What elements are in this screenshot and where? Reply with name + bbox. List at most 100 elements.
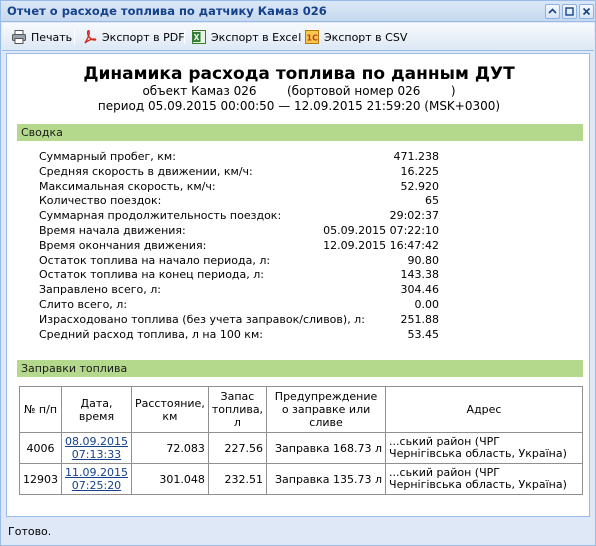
summary-row: Суммарная продолжительность поездок: 29:0…: [39, 209, 439, 224]
export-csv-button[interactable]: 1C Экспорт в CSV: [301, 27, 410, 47]
summary-value: 143.38: [400, 268, 440, 282]
summary-row: Максимальная скорость, км/ч: 52.920: [39, 180, 439, 195]
toolbar-separator: [297, 30, 298, 44]
summary-label: Суммарный пробег, км:: [39, 150, 176, 163]
export-csv-label: Экспорт в CSV: [324, 30, 408, 44]
maximize-icon: [565, 7, 574, 16]
summary-label: Средняя скорость в движении, км/ч:: [39, 164, 253, 178]
printer-icon: [12, 30, 26, 44]
export-excel-button[interactable]: Экспорт в Excel: [188, 27, 304, 47]
summary-row: Суммарный пробег, км: 471.238: [39, 150, 439, 165]
report-content[interactable]: Динамика расхода топлива по данным ДУТ о…: [6, 53, 590, 517]
summary-row: Средняя скорость в движении, км/ч: 16.225: [39, 165, 439, 180]
summary-value: 05.09.2015 07:22:10: [323, 224, 439, 237]
summary-label: Остаток топлива на конец периода, л:: [39, 268, 265, 282]
toolbar-separator: [184, 30, 185, 44]
csv-icon: 1C: [305, 30, 319, 44]
status-text: Готово.: [8, 525, 52, 538]
summary-label: Остаток топлива на начало периода, л:: [39, 253, 271, 267]
col-header-address: Адрес: [385, 386, 583, 433]
summary-value: 65: [425, 194, 439, 208]
print-button[interactable]: Печать: [8, 27, 75, 47]
summary-row: Заправлено всего, л: 304.46: [39, 283, 439, 298]
summary-label: Слито всего, л:: [39, 298, 128, 311]
summary-row: Остаток топлива на конец периода, л: 143.…: [39, 268, 439, 283]
cell-date[interactable]: 08.09.2015: [65, 435, 128, 448]
summary-value: 16.225: [400, 164, 440, 178]
maximize-button[interactable]: [562, 4, 577, 19]
toolbar-separator: [74, 30, 75, 44]
address-line-2: Чернігівська область, Україна): [389, 447, 567, 460]
excel-icon: [192, 30, 206, 44]
summary-row: Слито всего, л: 0.00: [39, 298, 439, 313]
col-header-warning: Предупреждение о заправке или сливе: [266, 386, 387, 433]
cell-time[interactable]: 07:25:20: [65, 479, 128, 492]
svg-text:1C: 1C: [307, 34, 319, 43]
cell-warning: Заправка 135.73 л: [266, 463, 387, 495]
summary-label: Максимальная скорость, км/ч:: [39, 179, 216, 193]
cell-num: 4006: [19, 432, 62, 464]
col-header-distance: Расстояние, км: [130, 386, 209, 433]
summary-label: Израсходовано топлива (без учета заправо…: [39, 312, 365, 326]
cell-fuel: 232.51: [207, 463, 268, 495]
summary-row: Время окончания движения: 12.09.2015 16:4…: [39, 239, 439, 254]
summary-value: 251.88: [400, 312, 440, 326]
col-header-fuel: Запас топлива, л: [207, 386, 268, 433]
cell-datetime-link[interactable]: 08.09.2015 07:13:33: [61, 432, 132, 464]
summary-label: Время окончания движения:: [39, 238, 207, 252]
report-title: Динамика расхода топлива по данным ДУТ: [83, 64, 515, 84]
summary-label: Суммарная продолжительность поездок:: [39, 209, 282, 223]
cell-distance: 301.048: [130, 463, 209, 495]
close-icon: [582, 7, 591, 16]
col-header-num: № п/п: [19, 386, 62, 433]
cell-distance: 72.083: [130, 432, 209, 464]
address-line-2: Чернігівська область, Україна): [389, 478, 567, 491]
cell-time[interactable]: 07:13:33: [65, 448, 128, 461]
window-titlebar[interactable]: Отчет о расходе топлива по датчику Камаз…: [1, 1, 595, 22]
report-window: Отчет о расходе топлива по датчику Камаз…: [0, 0, 596, 546]
close-button[interactable]: [579, 4, 594, 19]
cell-address: ...ський район (ЧРГ Чернігівська область…: [385, 463, 583, 495]
summary-value: 29:02:37: [389, 209, 439, 223]
refuels-table: № п/п Дата, время Расстояние, км Запас т…: [19, 386, 583, 495]
summary-value: 90.80: [407, 253, 440, 267]
summary-label: Средний расход топлива, л на 100 км:: [39, 327, 263, 341]
summary-section-header: Сводка: [17, 124, 583, 141]
window-title: Отчет о расходе топлива по датчику Камаз…: [7, 4, 327, 18]
refuels-section-header: Заправки топлива: [17, 360, 583, 377]
summary-row: Израсходовано топлива (без учета заправо…: [39, 313, 439, 328]
summary-row: Количество поездок: 65: [39, 194, 439, 209]
print-label: Печать: [31, 30, 73, 44]
table-row: 4006 08.09.2015 07:13:33 72.083 227.56 З…: [19, 432, 583, 464]
cell-datetime-link[interactable]: 11.09.2015 07:25:20: [61, 463, 132, 495]
summary-value: 304.46: [400, 283, 440, 297]
summary-label: Заправлено всего, л:: [39, 283, 161, 297]
cell-warning: Заправка 168.73 л: [266, 432, 387, 464]
export-pdf-button[interactable]: Экспорт в PDF: [79, 27, 188, 47]
status-bar: Готово.: [2, 519, 594, 545]
summary-row: Время начала движения: 05.09.2015 07:22:1…: [39, 224, 439, 239]
cell-num: 12903: [19, 463, 62, 495]
table-row: 12903 11.09.2015 07:25:20 301.048 232.51…: [19, 463, 583, 495]
pdf-icon: [84, 30, 97, 44]
collapse-button[interactable]: [545, 4, 560, 19]
summary-row: Остаток топлива на начало периода, л: 90.…: [39, 254, 439, 269]
summary-value: 52.920: [400, 179, 440, 193]
cell-fuel: 227.56: [207, 432, 268, 464]
collapse-icon: [548, 8, 557, 14]
summary-label: Количество поездок:: [39, 194, 162, 208]
table-header-row: № п/п Дата, время Расстояние, км Запас т…: [19, 386, 583, 433]
summary-label: Время начала движения:: [39, 224, 186, 237]
export-excel-label: Экспорт в Excel: [211, 30, 302, 44]
summary-row: Средний расход топлива, л на 100 км: 53.4…: [39, 328, 439, 343]
export-pdf-label: Экспорт в PDF: [102, 30, 185, 44]
toolbar: Печать Экспорт в PDF Экспорт в Excel 1C …: [2, 23, 594, 51]
cell-address: ...ський район (ЧРГ Чернігівська область…: [385, 432, 583, 464]
summary-value: 0.00: [414, 298, 440, 311]
report-object-line: объект Камаз 026 (бортовой номер 026 ): [142, 84, 456, 98]
summary-value: 12.09.2015 16:47:42: [323, 238, 439, 252]
summary-value: 53.45: [407, 327, 440, 341]
summary-value: 471.238: [393, 150, 440, 163]
report-period-line: период 05.09.2015 00:00:50 — 12.09.2015 …: [97, 99, 501, 113]
cell-date[interactable]: 11.09.2015: [65, 466, 128, 479]
